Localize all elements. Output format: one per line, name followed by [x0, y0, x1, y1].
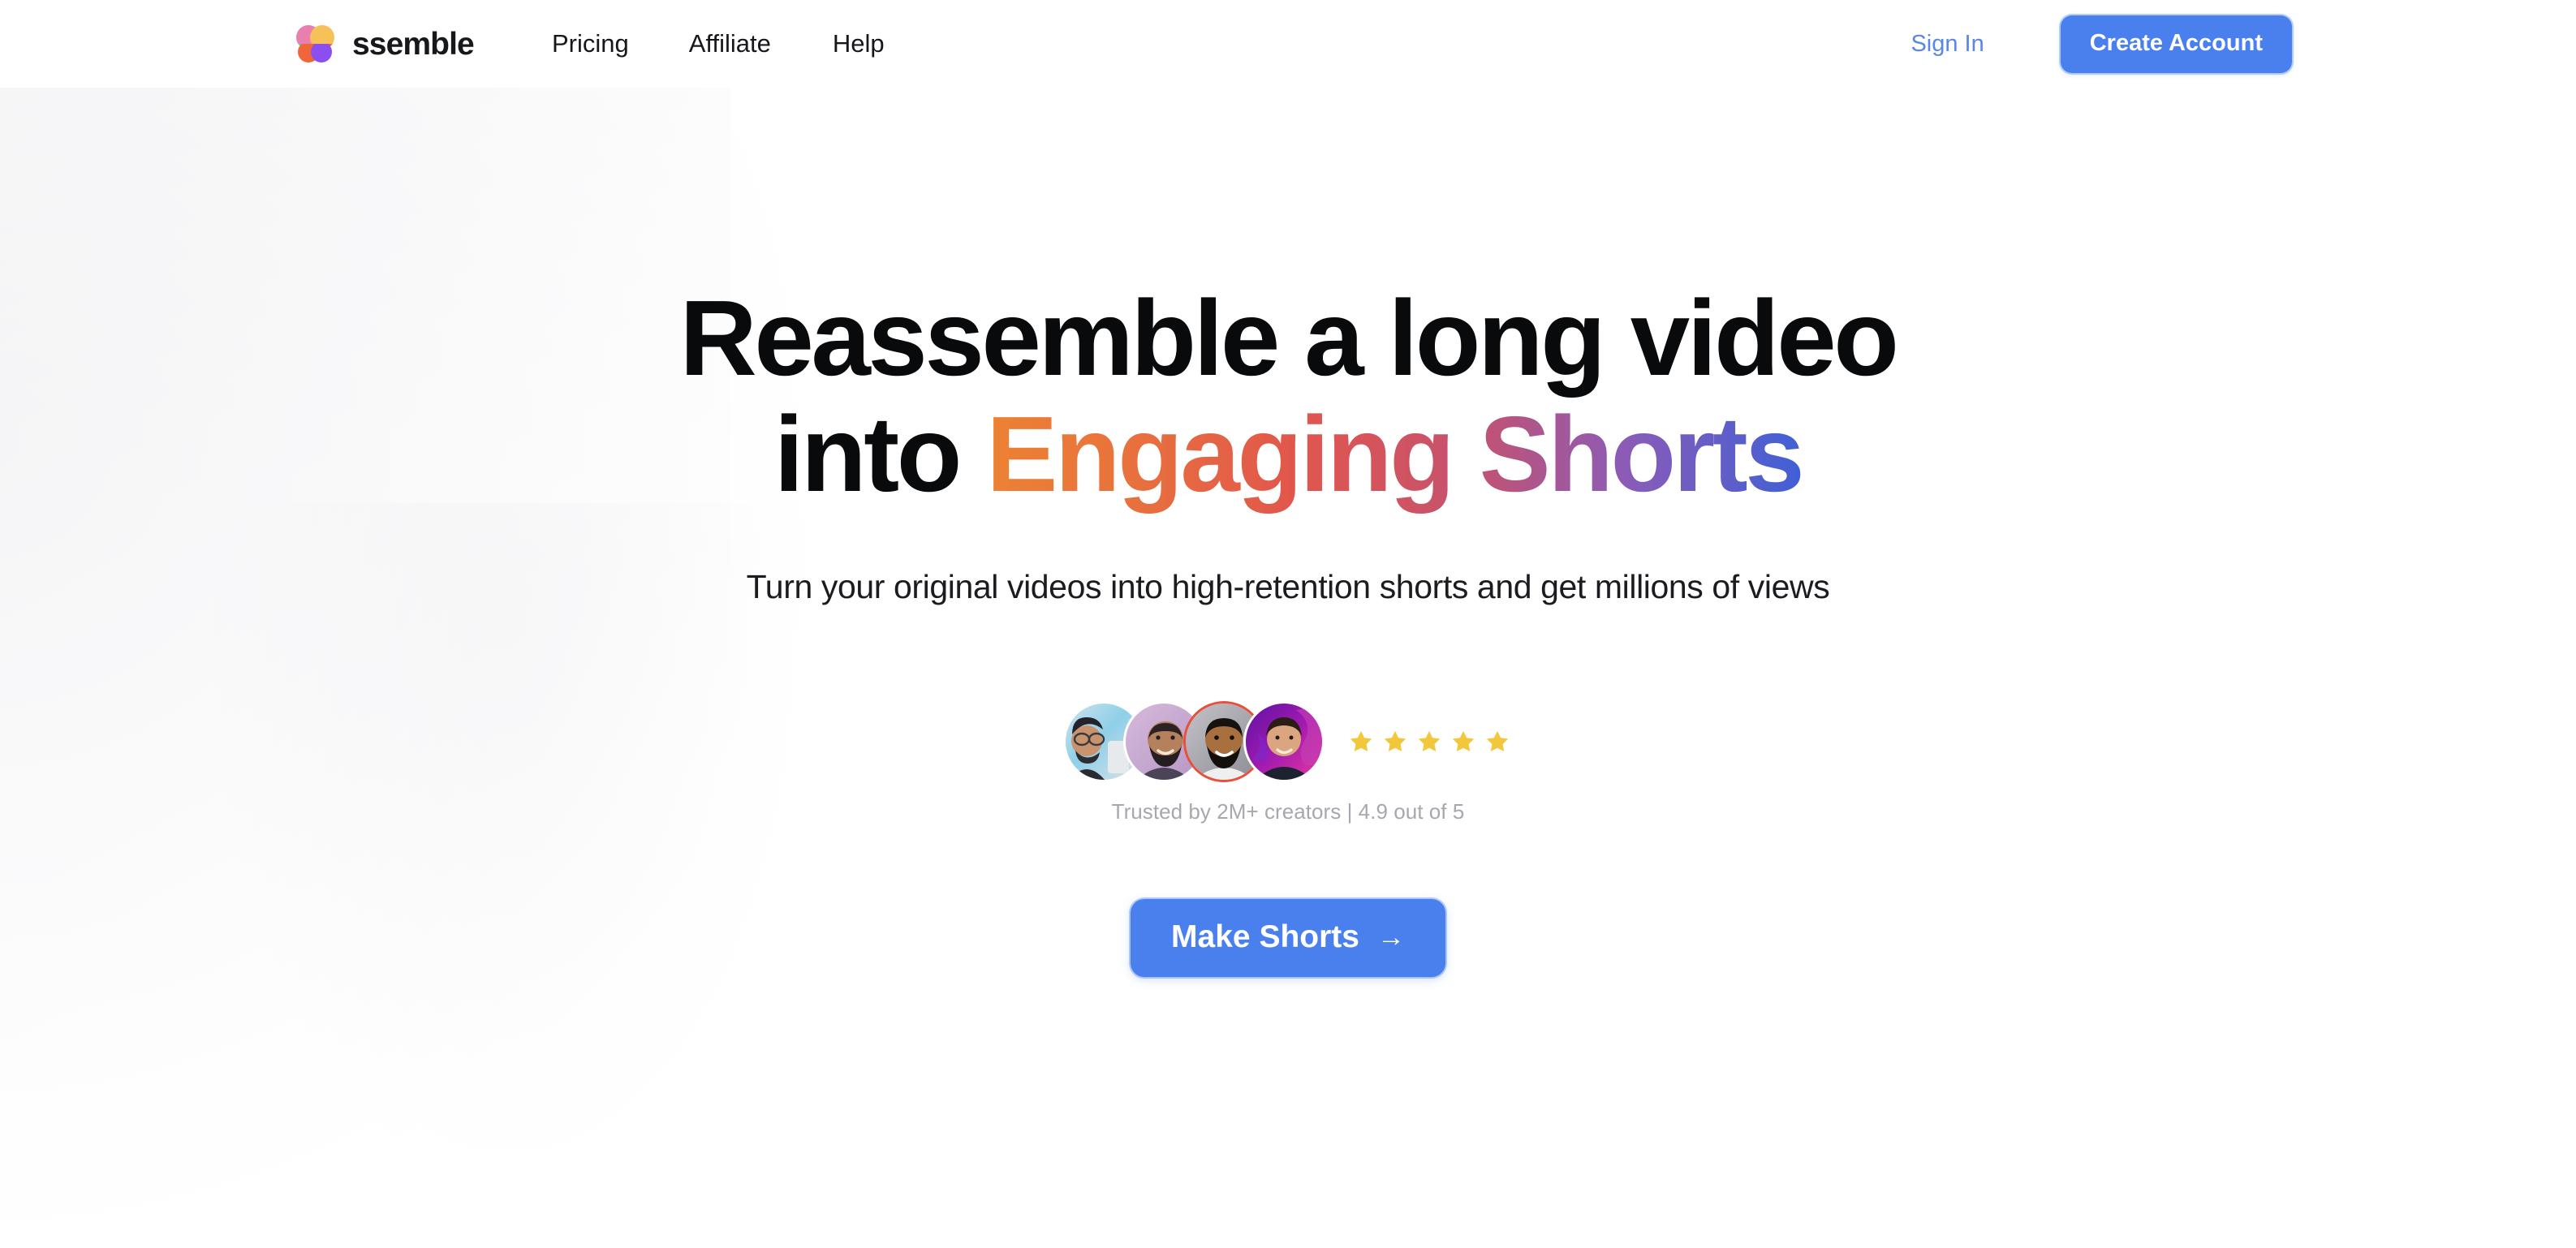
- cta-container: Make Shorts →: [1131, 899, 1445, 978]
- avatar-stack: [1066, 704, 1322, 781]
- make-shorts-label: Make Shorts: [1171, 919, 1359, 955]
- headline-plain-text: into: [773, 394, 987, 514]
- social-proof: Trusted by 2M+ creators | 4.9 out of 5: [1066, 704, 1510, 824]
- star-icon: [1452, 731, 1475, 752]
- social-proof-row: [1066, 704, 1510, 781]
- avatar: [1246, 704, 1322, 781]
- star-icon: [1486, 731, 1509, 752]
- hero-subtitle: Turn your original videos into high-rete…: [746, 568, 1830, 606]
- nav-item-pricing[interactable]: Pricing: [552, 21, 629, 67]
- sign-in-link[interactable]: Sign In: [1910, 31, 1984, 58]
- star-icon: [1350, 731, 1372, 752]
- ssemble-logo-icon: [292, 20, 339, 67]
- header-actions: Sign In Create Account: [1910, 15, 2292, 73]
- brand-name: ssemble: [352, 26, 475, 62]
- arrow-right-icon: →: [1376, 921, 1405, 953]
- site-header: ssemble Pricing Affiliate Help Sign In C…: [0, 0, 2576, 88]
- rating-stars: [1348, 729, 1510, 755]
- make-shorts-button[interactable]: Make Shorts →: [1131, 899, 1445, 978]
- headline-line-1: Reassemble a long video: [679, 278, 1898, 398]
- star-icon: [1418, 731, 1441, 752]
- nav-item-affiliate[interactable]: Affiliate: [689, 21, 771, 67]
- nav-item-help[interactable]: Help: [833, 21, 885, 67]
- rating-caption: Trusted by 2M+ creators | 4.9 out of 5: [1111, 799, 1465, 824]
- star-icon: [1384, 731, 1406, 752]
- headline-line-2: into Engaging Shorts: [274, 394, 2302, 514]
- page-title: Reassemble a long video into Engaging Sh…: [274, 278, 2302, 514]
- hero-section: Reassemble a long video into Engaging Sh…: [0, 88, 2576, 1248]
- main-navigation: Pricing Affiliate Help: [552, 21, 885, 67]
- create-account-button[interactable]: Create Account: [2060, 15, 2292, 73]
- headline-gradient-text: Engaging Shorts: [986, 394, 1804, 514]
- brand-logo-link[interactable]: ssemble: [292, 20, 475, 67]
